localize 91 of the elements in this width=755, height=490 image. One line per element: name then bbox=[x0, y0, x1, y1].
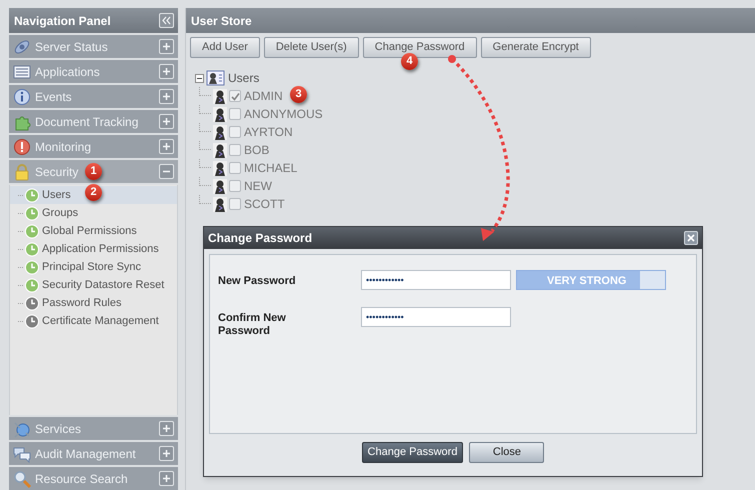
tree-root-label[interactable]: Users bbox=[228, 69, 260, 87]
collapse-panel-button[interactable] bbox=[159, 13, 174, 28]
collapse-button[interactable] bbox=[159, 164, 174, 179]
clock-icon bbox=[18, 242, 40, 256]
checkbox[interactable] bbox=[229, 162, 241, 174]
user-icon bbox=[213, 142, 227, 158]
toolbar-button[interactable]: Generate Encrypt bbox=[480, 37, 591, 58]
search-icon bbox=[13, 470, 31, 488]
expand-button[interactable] bbox=[159, 39, 174, 54]
toolbar-button[interactable]: Delete User(s) bbox=[264, 37, 359, 58]
clock-icon bbox=[18, 206, 40, 220]
user-name[interactable]: ADMIN bbox=[244, 87, 283, 105]
chat-bubbles-icon bbox=[13, 444, 31, 462]
lock-icon bbox=[13, 162, 31, 180]
checkbox[interactable] bbox=[229, 126, 241, 138]
panel-title: User Store bbox=[191, 12, 252, 30]
user-name[interactable]: ANONYMOUS bbox=[244, 105, 323, 123]
toolbar-button[interactable]: Add User bbox=[190, 37, 260, 58]
clock-icon bbox=[18, 224, 40, 238]
dialog-button[interactable]: Close bbox=[469, 442, 544, 463]
checkbox[interactable] bbox=[229, 108, 241, 120]
checkbox[interactable] bbox=[229, 144, 241, 156]
globe-icon bbox=[13, 420, 31, 438]
expand-button[interactable] bbox=[159, 89, 174, 104]
info-icon bbox=[13, 88, 31, 106]
user-icon bbox=[213, 196, 227, 212]
nav-item[interactable]: Certificate Management bbox=[10, 312, 177, 330]
section-label: Security bbox=[35, 164, 78, 180]
user-icon bbox=[213, 178, 227, 194]
section-label: Monitoring bbox=[35, 138, 92, 156]
nav-item[interactable]: Security Datastore Reset bbox=[10, 276, 177, 294]
primary-button[interactable]: Change Password bbox=[362, 442, 464, 463]
nav-item[interactable]: Application Permissions bbox=[10, 240, 177, 258]
checkbox[interactable] bbox=[229, 198, 241, 210]
expand-button[interactable] bbox=[159, 64, 174, 79]
expand-button[interactable] bbox=[159, 114, 174, 129]
checkbox[interactable] bbox=[229, 180, 241, 192]
close-icon bbox=[687, 234, 695, 242]
nav-item[interactable]: Principal Store Sync bbox=[10, 258, 177, 276]
satellite-icon bbox=[13, 38, 31, 56]
user-icon bbox=[213, 106, 227, 122]
plus-icon bbox=[162, 424, 171, 433]
plus-icon bbox=[162, 449, 171, 458]
field-label: New Password bbox=[218, 274, 297, 288]
expand-button[interactable] bbox=[159, 421, 174, 436]
password-field[interactable]: •••••••••••• bbox=[361, 270, 511, 290]
user-name[interactable]: MICHAEL bbox=[244, 159, 298, 177]
nav-item[interactable]: Global Permissions bbox=[10, 222, 177, 240]
section-label: Resource Search bbox=[35, 470, 128, 488]
clock-icon bbox=[18, 260, 40, 274]
clock-icon bbox=[18, 314, 40, 328]
plus-icon bbox=[162, 92, 171, 101]
section-label: Applications bbox=[35, 64, 100, 80]
list-icon bbox=[13, 62, 31, 80]
user-name[interactable]: BOB bbox=[244, 141, 270, 159]
double-chevron-icon bbox=[162, 16, 171, 25]
alert-icon bbox=[13, 138, 31, 156]
plus-icon bbox=[162, 117, 171, 126]
plus-icon bbox=[162, 42, 171, 51]
field-label: Confirm New Password bbox=[218, 311, 287, 338]
section-label: Server Status bbox=[35, 38, 108, 56]
expand-button[interactable] bbox=[159, 471, 174, 486]
section-label: Document Tracking bbox=[35, 114, 138, 130]
check-icon bbox=[230, 92, 240, 100]
clock-icon bbox=[18, 188, 40, 202]
clock-icon bbox=[18, 278, 40, 292]
checkbox[interactable] bbox=[229, 90, 241, 102]
section-label: Services bbox=[35, 420, 82, 438]
section-label: Events bbox=[35, 88, 72, 106]
expand-button[interactable] bbox=[159, 446, 174, 461]
user-name[interactable]: SCOTT bbox=[244, 195, 285, 213]
user-name[interactable]: AYRTON bbox=[244, 123, 293, 141]
plus-icon bbox=[162, 474, 171, 483]
users-group-icon bbox=[206, 70, 226, 86]
nav-item[interactable]: Groups bbox=[10, 204, 177, 222]
close-button[interactable] bbox=[684, 231, 698, 245]
password-field[interactable]: •••••••••••• bbox=[361, 307, 511, 327]
plus-icon bbox=[162, 142, 171, 151]
collapse-toggle-icon[interactable] bbox=[195, 74, 204, 82]
user-name[interactable]: NEW bbox=[244, 177, 272, 195]
strength-label: VERY STRONG bbox=[547, 274, 626, 289]
user-icon bbox=[213, 160, 227, 176]
clock-icon bbox=[18, 296, 40, 310]
dialog-title: Change Password bbox=[208, 230, 312, 247]
user-icon bbox=[213, 124, 227, 140]
user-icon bbox=[213, 88, 227, 104]
panel-title: Navigation Panel bbox=[14, 12, 111, 30]
section-label: Audit Management bbox=[35, 446, 136, 462]
nav-item[interactable]: Password Rules bbox=[10, 294, 177, 312]
expand-button[interactable] bbox=[159, 139, 174, 154]
plus-icon bbox=[162, 67, 171, 76]
